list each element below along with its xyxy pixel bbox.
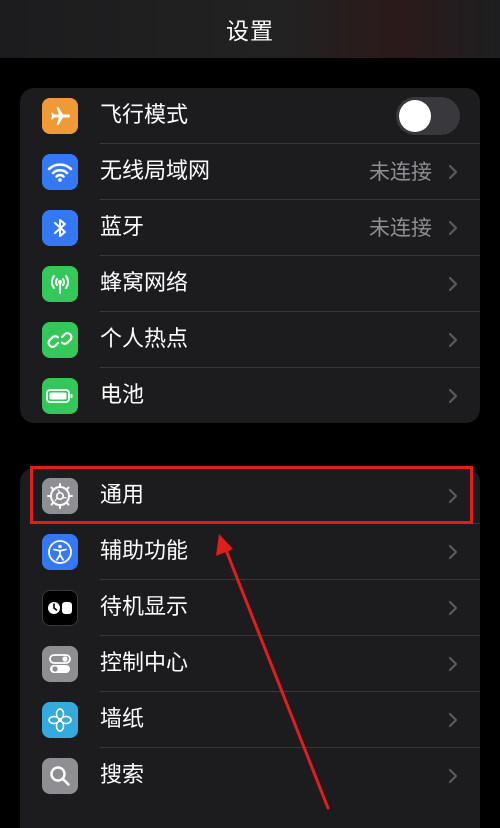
search-label: 搜索: [100, 763, 145, 788]
page-title: 设置: [226, 19, 274, 45]
chevron-right-icon: [448, 332, 458, 348]
battery-icon: [42, 378, 78, 414]
row-hotspot[interactable]: 个人热点: [20, 312, 480, 368]
bluetooth-icon: [42, 210, 78, 246]
control-center-label: 控制中心: [100, 651, 189, 676]
row-general[interactable]: 通用: [20, 468, 480, 524]
control-center-icon: [42, 646, 78, 682]
navigation-bar: 设置: [0, 0, 500, 58]
row-control-center[interactable]: 控制中心: [20, 636, 480, 692]
gear-icon: [42, 478, 78, 514]
chevron-right-icon: [448, 656, 458, 672]
general-label: 通用: [100, 483, 145, 508]
row-wallpaper[interactable]: 墙纸: [20, 692, 480, 748]
row-cellular[interactable]: 蜂窝网络: [20, 256, 480, 312]
chevron-right-icon: [448, 164, 458, 180]
chevron-right-icon: [448, 768, 458, 784]
cellular-label: 蜂窝网络: [100, 271, 189, 296]
connectivity-group: 飞行模式 无线局域网 未连接 蓝牙 未连接 蜂窝网络 个人热点 电池: [20, 88, 480, 423]
row-accessibility[interactable]: 辅助功能: [20, 524, 480, 580]
wifi-status: 未连接: [369, 160, 432, 184]
hotspot-label: 个人热点: [100, 327, 189, 352]
system-group: 通用 辅助功能 待机显示 控制中心 墙纸 搜索: [20, 468, 480, 828]
standby-label: 待机显示: [100, 595, 189, 620]
bluetooth-label: 蓝牙: [100, 215, 145, 240]
chevron-right-icon: [448, 600, 458, 616]
search-icon: [42, 758, 78, 794]
row-search[interactable]: 搜索: [20, 748, 480, 804]
chevron-right-icon: [448, 712, 458, 728]
airplane-icon: [42, 98, 78, 134]
hotspot-icon: [42, 322, 78, 358]
chevron-right-icon: [448, 388, 458, 404]
airplane-mode-toggle[interactable]: [396, 97, 460, 135]
row-battery[interactable]: 电池: [20, 368, 480, 423]
standby-icon: [42, 590, 78, 626]
cellular-icon: [42, 266, 78, 302]
row-standby[interactable]: 待机显示: [20, 580, 480, 636]
accessibility-label: 辅助功能: [100, 539, 189, 564]
airplane-mode-label: 飞行模式: [100, 103, 189, 128]
wifi-label: 无线局域网: [100, 159, 211, 184]
bluetooth-status: 未连接: [369, 216, 432, 240]
toggle-knob: [399, 100, 431, 132]
chevron-right-icon: [448, 220, 458, 236]
row-bluetooth[interactable]: 蓝牙 未连接: [20, 200, 480, 256]
chevron-right-icon: [448, 488, 458, 504]
wallpaper-label: 墙纸: [100, 707, 145, 732]
chevron-right-icon: [448, 544, 458, 560]
row-airplane-mode[interactable]: 飞行模式: [20, 88, 480, 144]
wallpaper-icon: [42, 702, 78, 738]
chevron-right-icon: [448, 276, 458, 292]
row-wifi[interactable]: 无线局域网 未连接: [20, 144, 480, 200]
accessibility-icon: [42, 534, 78, 570]
battery-label: 电池: [100, 383, 145, 408]
wifi-icon: [42, 154, 78, 190]
